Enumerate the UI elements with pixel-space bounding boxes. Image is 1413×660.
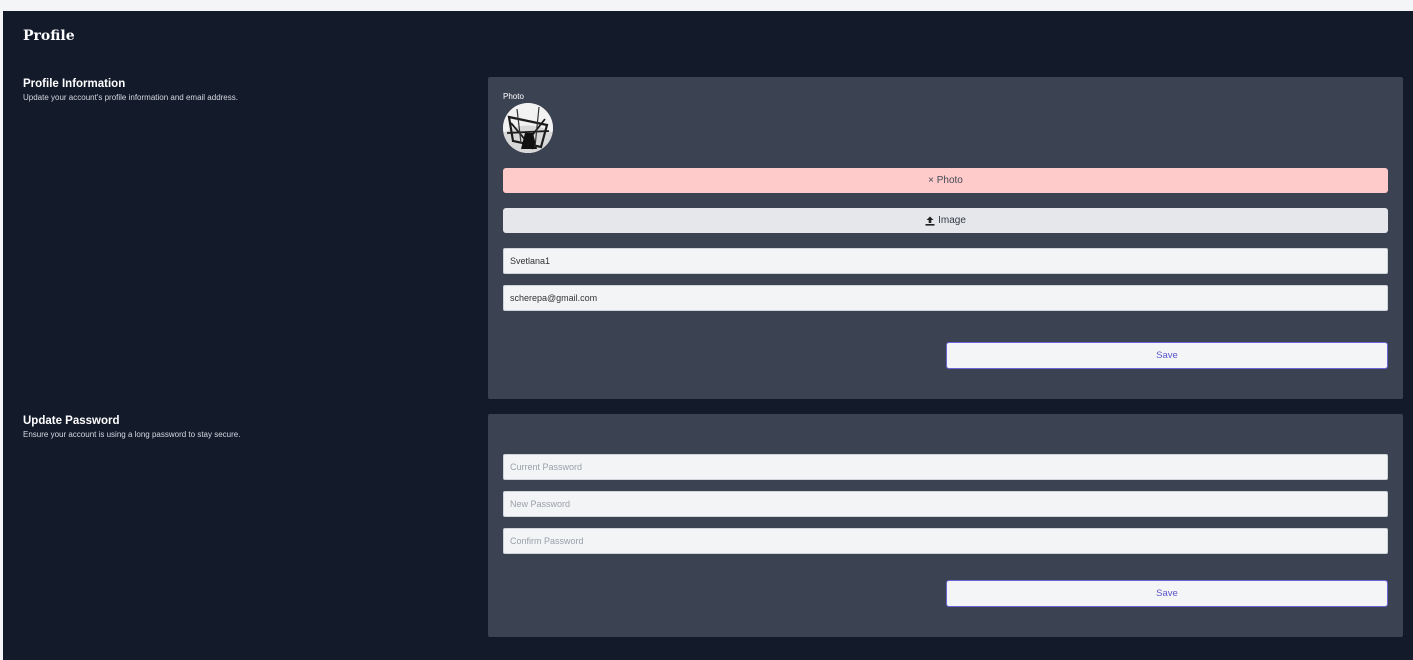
save-profile-button[interactable]: Save	[946, 342, 1388, 369]
avatar-photo	[503, 103, 553, 153]
confirm-password-field[interactable]	[503, 528, 1388, 554]
profile-page: Profile Profile Information Update your …	[3, 11, 1413, 660]
current-password-field[interactable]	[503, 454, 1388, 480]
profile-info-description: Update your account's profile informatio…	[23, 93, 238, 102]
page-title: Profile	[23, 28, 75, 44]
photo-label: Photo	[503, 92, 524, 101]
profile-info-title: Profile Information	[23, 78, 126, 90]
name-field[interactable]	[503, 248, 1388, 274]
profile-info-header: Profile Information Update your account'…	[23, 77, 238, 103]
new-password-field[interactable]	[503, 491, 1388, 517]
password-title: Update Password	[23, 415, 120, 427]
upload-image-label: Image	[938, 215, 966, 226]
password-description: Ensure your account is using a long pass…	[23, 430, 241, 439]
password-header: Update Password Ensure your account is u…	[23, 414, 240, 440]
upload-image-button[interactable]: Image	[503, 208, 1388, 233]
avatar[interactable]	[503, 103, 553, 153]
email-field[interactable]	[503, 285, 1388, 311]
profile-info-card: Photo × Photo Image Svetlana1 scherepa@g…	[488, 77, 1403, 399]
save-password-button[interactable]: Save	[946, 580, 1388, 607]
upload-icon	[925, 216, 935, 226]
password-card: Save	[488, 414, 1403, 637]
remove-photo-label: × Photo	[928, 175, 963, 186]
remove-photo-button[interactable]: × Photo	[503, 168, 1388, 193]
